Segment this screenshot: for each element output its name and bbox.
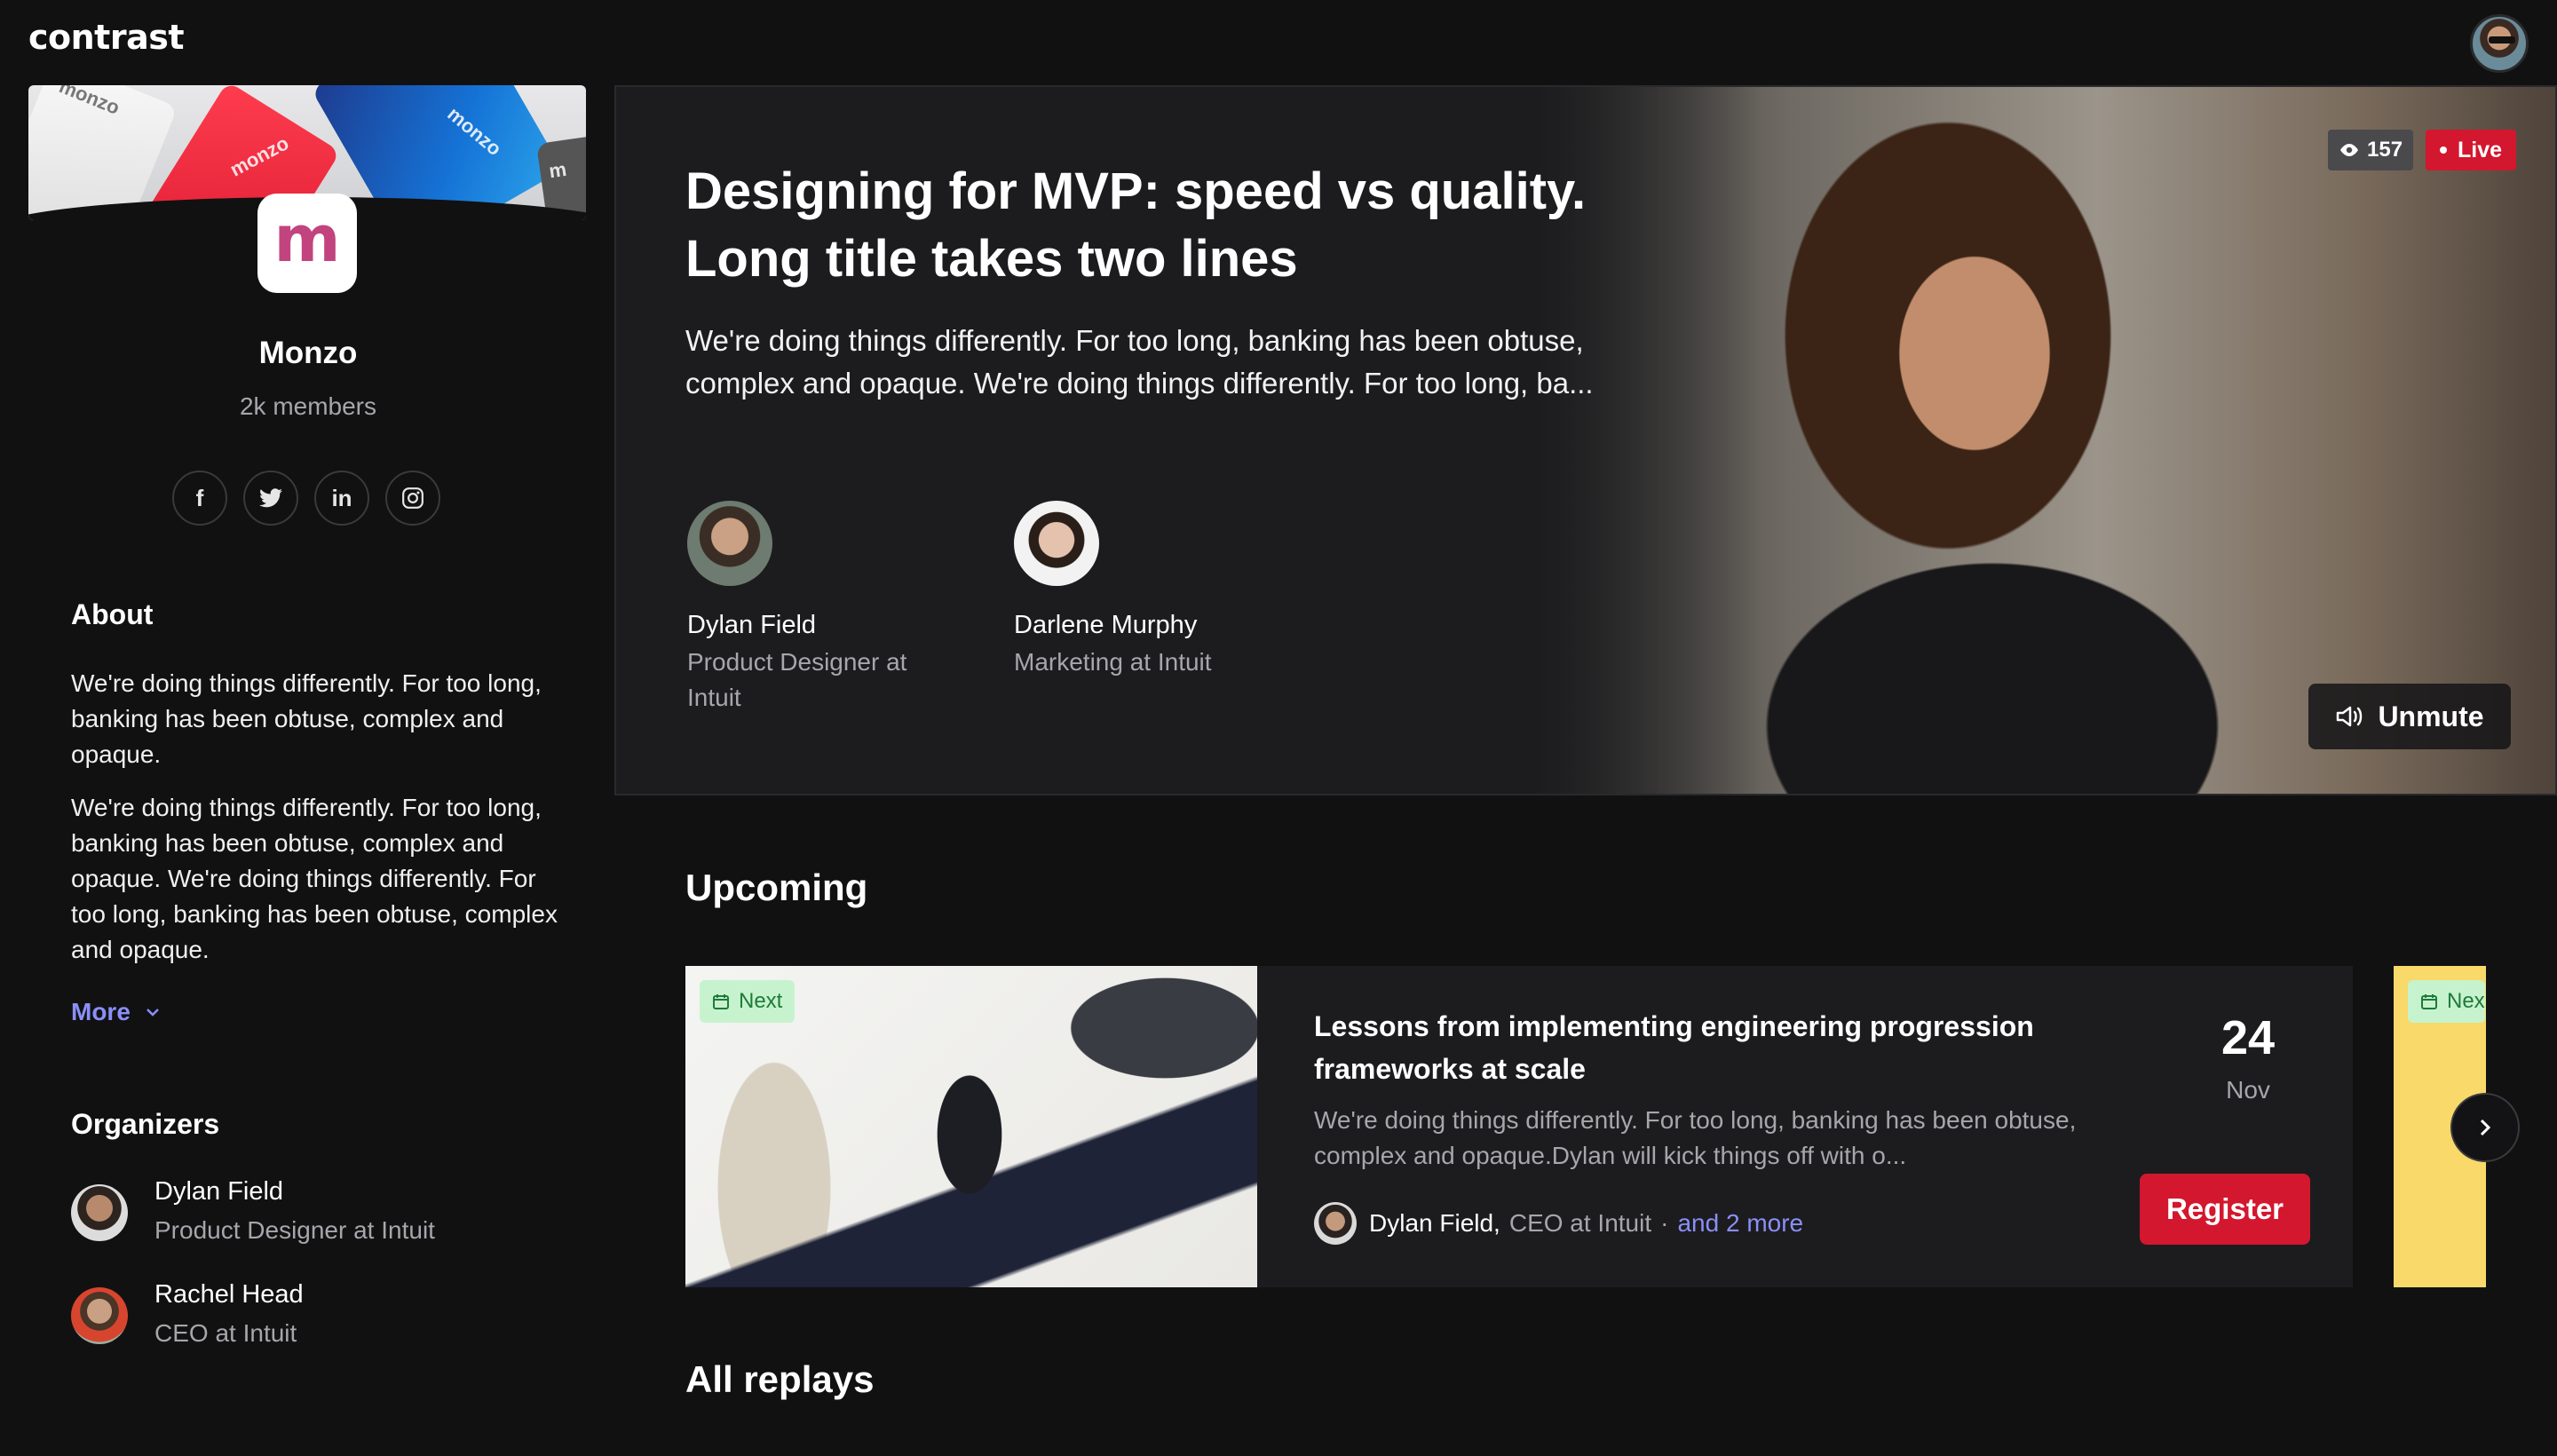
linkedin-icon[interactable]: in [314, 471, 369, 526]
speaker-role: Product Designer at Intuit [687, 648, 907, 711]
eye-icon [2340, 144, 2358, 156]
event-day: 24 [2221, 1011, 2276, 1064]
organizer-avatar [71, 1184, 128, 1241]
host-separator: · [1660, 1209, 1669, 1237]
banner-card-text: monzo [226, 131, 293, 181]
host-name: Dylan Field, [1369, 1209, 1500, 1237]
chevron-down-icon [146, 1009, 159, 1017]
about-paragraph-1: We're doing things differently. For too … [71, 669, 542, 768]
more-label: More [71, 998, 131, 1025]
banner-card-text: m [547, 157, 568, 183]
organizer-name: Rachel Head [154, 1280, 304, 1309]
all-replays-heading: All replays [685, 1358, 875, 1400]
next-tag: Nex [2408, 980, 2485, 1023]
speaker-name: Dylan Field [687, 611, 817, 639]
speaker-item[interactable]: Darlene Murphy Marketing at Intuit [1014, 501, 1307, 680]
unmute-label: Unmute [2378, 700, 2484, 732]
event-title[interactable]: Lessons from implementing engineering pr… [1314, 1005, 2078, 1090]
register-button[interactable]: Register [2140, 1174, 2310, 1245]
event-description: We're doing things differently. For too … [1314, 1106, 2077, 1169]
speaker-icon [2337, 706, 2363, 727]
live-dot-icon [2440, 146, 2447, 154]
about-more-button[interactable]: More [71, 998, 161, 1026]
live-session-hero[interactable]: Designing for MVP: speed vs quality. Lon… [614, 85, 2557, 795]
organizer-item[interactable]: Dylan Field Product Designer at Intuit [71, 1172, 435, 1250]
session-description: We're doing things differently. For too … [685, 324, 1594, 400]
contrast-logo[interactable]: contrast [28, 18, 185, 57]
more-hosts-link[interactable]: and 2 more [1677, 1209, 1803, 1238]
speaker-avatar [687, 501, 772, 586]
calendar-icon [713, 994, 729, 1009]
organizer-role: CEO at Intuit [154, 1319, 297, 1347]
upcoming-heading: Upcoming [685, 866, 868, 908]
calendar-icon [2421, 994, 2437, 1009]
event-month: Nov [2226, 1076, 2270, 1104]
org-logo: m [257, 194, 357, 293]
social-links: f in [172, 471, 440, 526]
org-name: Monzo [258, 336, 358, 370]
sidebar: monzo monzo monzo m m Monzo 2k members f… [0, 82, 616, 1456]
upcoming-event-card[interactable]: Next Lessons from implementing engineeri… [685, 966, 2353, 1287]
live-label: Live [2458, 137, 2503, 162]
facebook-icon[interactable]: f [172, 471, 227, 526]
next-tag: Next [700, 980, 796, 1023]
speaker-item[interactable]: Dylan Field Product Designer at Intuit [687, 501, 980, 716]
speaker-avatar [1014, 501, 1099, 586]
banner-card-text: monzo [443, 102, 506, 161]
top-bar: contrast [0, 0, 2557, 82]
organizer-item[interactable]: Rachel Head CEO at Intuit [71, 1275, 304, 1353]
twitter-icon[interactable] [243, 471, 298, 526]
next-tag-label: Next [739, 989, 783, 1013]
org-members: 2k members [239, 392, 377, 420]
organizers-heading: Organizers [71, 1108, 220, 1140]
host-role: CEO at Intuit [1508, 1209, 1652, 1237]
about-heading: About [71, 598, 154, 630]
instagram-icon[interactable] [385, 471, 440, 526]
about-paragraph-2: We're doing things differently. For too … [71, 794, 558, 963]
organizer-name: Dylan Field [154, 1177, 284, 1206]
carousel-next-button[interactable] [2450, 1093, 2520, 1162]
banner-card-text: monzo [56, 85, 123, 119]
chevron-right-icon [2480, 1119, 2491, 1136]
unmute-button[interactable]: Unmute [2308, 684, 2511, 749]
speaker-role: Marketing at Intuit [1014, 648, 1212, 676]
viewer-count-badge: 157 [2328, 130, 2414, 170]
speaker-name: Darlene Murphy [1014, 611, 1198, 639]
organizer-avatar [71, 1287, 128, 1344]
user-avatar[interactable] [2470, 14, 2529, 73]
live-badge: Live [2426, 130, 2517, 170]
session-title: Designing for MVP: speed vs quality. Lon… [685, 162, 1587, 288]
org-logo-letter: m [273, 202, 341, 276]
viewer-count: 157 [2367, 138, 2403, 162]
event-hosts: Dylan Field, CEO at Intuit · and 2 more [1314, 1202, 1803, 1245]
organizer-role: Product Designer at Intuit [154, 1216, 435, 1244]
next-tag-label: Nex [2447, 989, 2485, 1013]
host-avatar [1314, 1202, 1357, 1245]
